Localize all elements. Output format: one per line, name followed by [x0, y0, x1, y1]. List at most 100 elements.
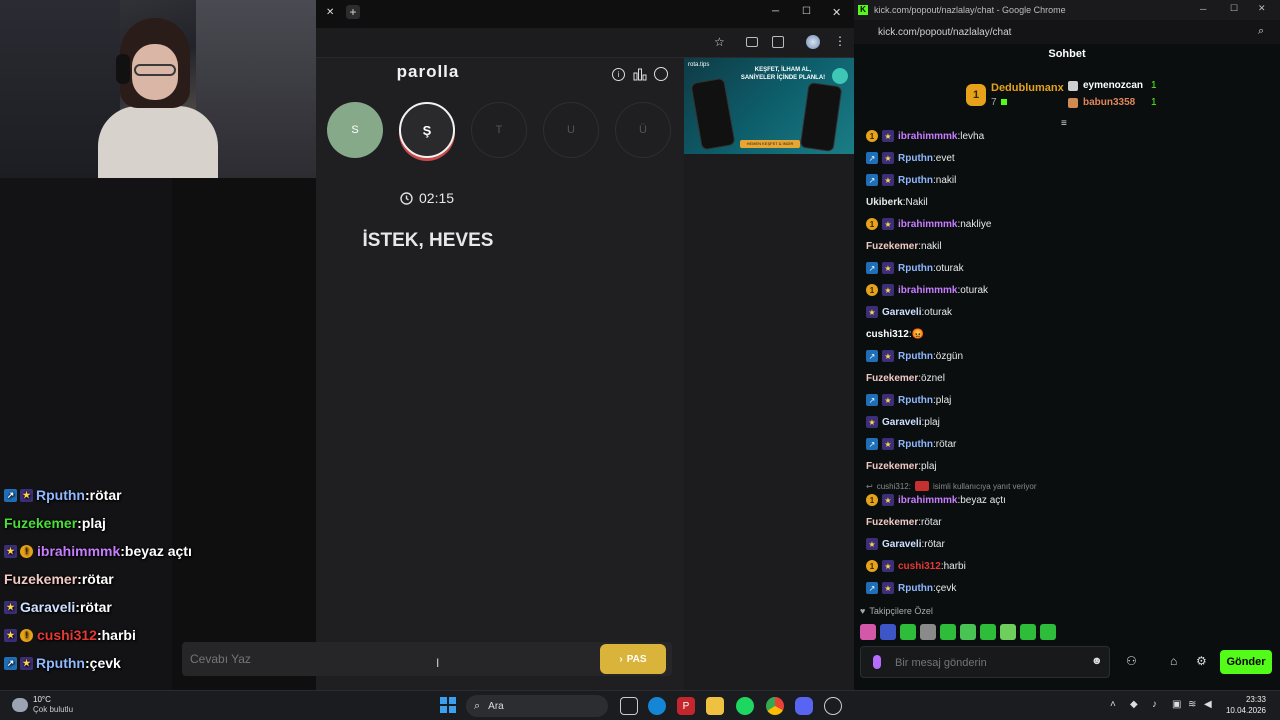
chat-username[interactable]: Ukiberk — [866, 197, 903, 208]
points-icon[interactable]: ⚇ — [1126, 654, 1137, 668]
letter-circle-3[interactable]: T — [471, 102, 527, 158]
chat-username[interactable]: Rputhn — [898, 351, 933, 362]
chat-username[interactable]: ibrahimmmk — [898, 131, 957, 142]
profile-avatar[interactable] — [806, 35, 820, 49]
chat-username[interactable]: Garaveli — [882, 417, 921, 428]
close-window-icon[interactable]: ✕ — [832, 6, 841, 19]
bookmark-star-icon[interactable]: ☆ — [714, 35, 725, 49]
file-explorer-icon[interactable] — [706, 697, 724, 715]
emote-icon[interactable] — [1040, 624, 1056, 640]
chat-username[interactable]: Garaveli — [882, 307, 921, 318]
new-tab-button[interactable]: + — [346, 5, 360, 19]
close-window-icon[interactable]: ✕ — [1258, 3, 1266, 14]
clock-icon — [400, 191, 413, 205]
emoji-icon[interactable]: ☻ — [1091, 655, 1103, 667]
emote-icon[interactable] — [960, 624, 976, 640]
emote-icon[interactable] — [900, 624, 916, 640]
expand-leaderboard-icon[interactable]: ≡ — [1061, 118, 1067, 129]
gifter-3-name[interactable]: babun3358 — [1083, 97, 1135, 108]
emote-icon[interactable] — [980, 624, 996, 640]
emote-icon[interactable] — [1020, 624, 1036, 640]
ad-cta-button[interactable]: HEMEN KEŞFET & İNDİR — [740, 140, 800, 148]
chevron-up-icon[interactable]: ˄ — [1110, 699, 1116, 710]
chat-username[interactable]: Fuzekemer — [866, 373, 918, 384]
verified-badge-icon: ↗ — [4, 656, 17, 670]
menu-kebab-icon[interactable]: ⋮ — [834, 34, 846, 48]
chat-username[interactable]: Rputhn — [898, 583, 933, 594]
minimize-icon[interactable]: ─ — [772, 6, 779, 17]
search-icon[interactable]: ⌕ — [1258, 25, 1264, 38]
chat-username[interactable]: Fuzekemer — [866, 241, 918, 252]
taskbar-search[interactable]: ⌕ Ara — [466, 695, 608, 717]
answer-input[interactable] — [190, 650, 590, 668]
close-tab-icon[interactable]: ✕ — [326, 7, 334, 18]
spotify-icon[interactable] — [736, 697, 754, 715]
address-bar[interactable]: ☆ ⋮ — [316, 28, 854, 58]
chat-username[interactable]: cushi312 — [898, 561, 941, 572]
letter-circle-1[interactable]: S — [327, 102, 383, 158]
advertisement-banner[interactable]: rota.tips KEŞFET, İLHAM AL, SANİYELER İÇ… — [684, 58, 854, 154]
chat-username[interactable]: Rputhn — [898, 263, 933, 274]
chat-username[interactable]: Rputhn — [898, 395, 933, 406]
weather-icon[interactable] — [12, 698, 28, 712]
gifter-2-name[interactable]: eymenozcan — [1083, 80, 1143, 91]
chat-text: nakliye — [960, 218, 992, 230]
emote-icon[interactable] — [940, 624, 956, 640]
letter-circle-5[interactable]: Ü — [615, 102, 671, 158]
app-icon[interactable] — [824, 697, 842, 715]
account-icon[interactable] — [654, 67, 668, 81]
emote-icon[interactable] — [860, 624, 876, 640]
gifter-1-name[interactable]: Dedublumanx — [991, 82, 1064, 94]
chevron-right-icon: › — [619, 653, 623, 665]
chat-username[interactable]: Rputhn — [898, 153, 933, 164]
store-icon[interactable]: ⌂ — [1170, 654, 1177, 668]
clock-time[interactable]: 23:33 — [1220, 695, 1266, 704]
app-icon[interactable]: P — [677, 697, 695, 715]
chat-username[interactable]: Rputhn — [898, 439, 933, 450]
emote-icon[interactable] — [1000, 624, 1016, 640]
maximize-icon[interactable]: ☐ — [802, 6, 811, 17]
pass-button[interactable]: › PAS — [600, 644, 666, 674]
letter-circle-4[interactable]: U — [543, 102, 599, 158]
chrome-icon[interactable] — [766, 697, 784, 715]
maximize-icon[interactable]: ☐ — [1230, 3, 1238, 14]
chat-url-bar[interactable]: kick.com/popout/nazlalay/chat ⌕ — [854, 20, 1280, 44]
chat-username[interactable]: ibrahimmmk — [898, 219, 957, 230]
star-badge-icon: ★ — [882, 438, 894, 450]
wifi-icon[interactable]: ≋ — [1188, 699, 1196, 710]
chat-username[interactable]: Garaveli — [882, 539, 921, 550]
chat-text: oturak — [960, 284, 989, 296]
tray-icon[interactable]: ▣ — [1172, 699, 1181, 710]
extensions-icon[interactable] — [772, 36, 784, 48]
emote-bar — [860, 624, 1056, 640]
discord-icon[interactable] — [795, 697, 813, 715]
chat-username[interactable]: cushi312 — [866, 329, 909, 340]
letter-char: T — [495, 124, 503, 136]
chat-username[interactable]: Fuzekemer — [866, 461, 918, 472]
parolla-browser-window: ✕ + ─ ☐ ✕ ☆ ⋮ parolla i S Ş T U Ü 02:15 İSTE… — [316, 0, 854, 690]
emote-icon[interactable] — [880, 624, 896, 640]
edge-icon[interactable] — [648, 697, 666, 715]
stats-icon[interactable] — [633, 67, 647, 81]
letter-circle-2[interactable]: Ş — [399, 102, 455, 158]
send-button[interactable]: Gönder — [1220, 650, 1272, 674]
info-icon[interactable]: i — [612, 68, 625, 81]
minimize-icon[interactable]: ─ — [1200, 4, 1206, 14]
task-view-icon[interactable] — [620, 697, 638, 715]
chat-message-input[interactable] — [895, 654, 1075, 672]
chat-username[interactable]: Fuzekemer — [866, 517, 918, 528]
microphone-icon[interactable]: ♪ — [1152, 699, 1157, 710]
start-icon[interactable] — [440, 697, 456, 713]
chat-username[interactable]: ibrahimmmk — [898, 285, 957, 296]
tray-icon[interactable]: ◆ — [1130, 699, 1138, 710]
microphone-icon[interactable] — [873, 655, 881, 669]
chat-username[interactable]: ibrahimmmk — [898, 495, 957, 506]
clue-text: İSTEK, HEVES — [362, 230, 494, 251]
clock-date[interactable]: 10.04.2026 — [1216, 706, 1266, 715]
settings-gear-icon[interactable]: ⚙ — [1196, 654, 1207, 668]
chat-username[interactable]: Rputhn — [898, 175, 933, 186]
chat-message: ↗ ★ Rputhn: oturak — [866, 259, 964, 277]
translate-icon[interactable] — [746, 37, 758, 47]
volume-icon[interactable]: ◀ — [1204, 699, 1212, 710]
emote-icon[interactable] — [920, 624, 936, 640]
